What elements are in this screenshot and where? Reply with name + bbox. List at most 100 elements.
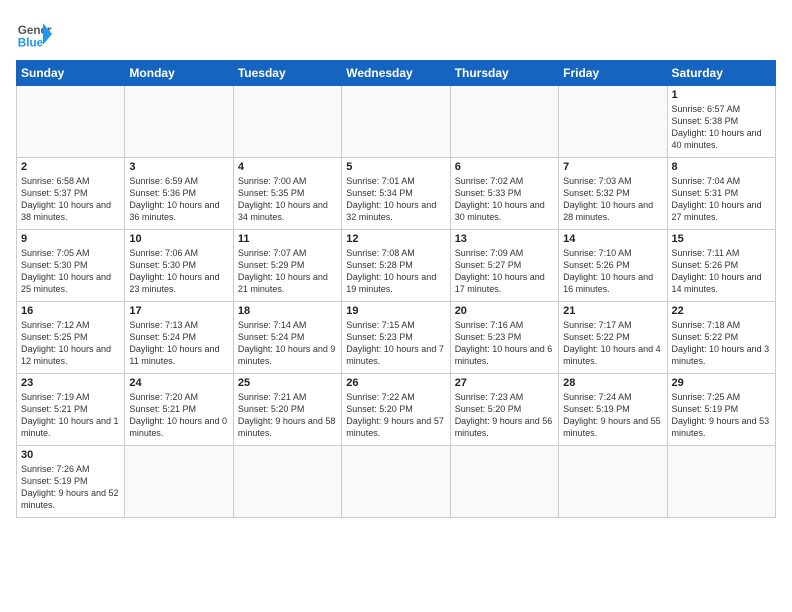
day-info: Sunrise: 7:12 AM Sunset: 5:25 PM Dayligh… xyxy=(21,319,120,368)
day-info: Sunrise: 7:18 AM Sunset: 5:22 PM Dayligh… xyxy=(672,319,771,368)
day-cell: 17 Sunrise: 7:13 AM Sunset: 5:24 PM Dayli… xyxy=(125,302,233,374)
column-header-monday: Monday xyxy=(125,61,233,86)
page-header: General Blue xyxy=(16,16,776,52)
day-cell: 13 Sunrise: 7:09 AM Sunset: 5:27 PM Dayli… xyxy=(450,230,558,302)
day-number: 8 xyxy=(672,161,771,173)
day-number: 26 xyxy=(346,377,445,389)
day-info: Sunrise: 7:09 AM Sunset: 5:27 PM Dayligh… xyxy=(455,247,554,296)
week-row-2: 2Sunrise: 6:58 AM Sunset: 5:37 PM Daylig… xyxy=(17,158,776,230)
day-cell: 27Sunrise: 7:23 AM Sunset: 5:20 PM Dayli… xyxy=(450,374,558,446)
day-number: 9 xyxy=(21,233,120,245)
column-header-tuesday: Tuesday xyxy=(233,61,341,86)
day-cell: 11Sunrise: 7:07 AM Sunset: 5:29 PM Dayli… xyxy=(233,230,341,302)
day-number: 5 xyxy=(346,161,445,173)
day-number: 16 xyxy=(21,305,120,317)
day-number: 30 xyxy=(21,449,120,461)
day-info: Sunrise: 7:19 AM Sunset: 5:21 PM Dayligh… xyxy=(21,391,120,440)
day-cell xyxy=(17,86,125,158)
day-number: 23 xyxy=(21,377,120,389)
logo: General Blue xyxy=(16,16,52,52)
column-header-saturday: Saturday xyxy=(667,61,775,86)
day-cell: 30 Sunrise: 7:26 AM Sunset: 5:19 PM Dayli… xyxy=(17,446,125,518)
day-number: 17 xyxy=(129,305,228,317)
day-cell xyxy=(125,86,233,158)
day-cell: 24 Sunrise: 7:20 AM Sunset: 5:21 PM Dayli… xyxy=(125,374,233,446)
day-cell xyxy=(450,446,558,518)
day-number: 29 xyxy=(672,377,771,389)
day-info: Sunrise: 7:20 AM Sunset: 5:21 PM Dayligh… xyxy=(129,391,228,440)
day-cell xyxy=(559,446,667,518)
day-cell xyxy=(667,446,775,518)
day-info: Sunrise: 6:57 AM Sunset: 5:38 PM Dayligh… xyxy=(672,103,771,152)
week-row-4: 16 Sunrise: 7:12 AM Sunset: 5:25 PM Dayli… xyxy=(17,302,776,374)
day-cell: 8 Sunrise: 7:04 AM Sunset: 5:31 PM Daylig… xyxy=(667,158,775,230)
column-header-thursday: Thursday xyxy=(450,61,558,86)
day-cell: 20 Sunrise: 7:16 AM Sunset: 5:23 PM Dayli… xyxy=(450,302,558,374)
day-info: Sunrise: 7:25 AM Sunset: 5:19 PM Dayligh… xyxy=(672,391,771,440)
day-info: Sunrise: 7:17 AM Sunset: 5:22 PM Dayligh… xyxy=(563,319,662,368)
day-number: 18 xyxy=(238,305,337,317)
day-cell: 6 Sunrise: 7:02 AM Sunset: 5:33 PM Daylig… xyxy=(450,158,558,230)
day-cell: 29 Sunrise: 7:25 AM Sunset: 5:19 PM Dayli… xyxy=(667,374,775,446)
day-number: 19 xyxy=(346,305,445,317)
day-info: Sunrise: 7:13 AM Sunset: 5:24 PM Dayligh… xyxy=(129,319,228,368)
day-cell: 28 Sunrise: 7:24 AM Sunset: 5:19 PM Dayli… xyxy=(559,374,667,446)
day-info: Sunrise: 7:01 AM Sunset: 5:34 PM Dayligh… xyxy=(346,175,445,224)
day-number: 12 xyxy=(346,233,445,245)
day-cell: 5 Sunrise: 7:01 AM Sunset: 5:34 PM Daylig… xyxy=(342,158,450,230)
day-info: Sunrise: 7:26 AM Sunset: 5:19 PM Dayligh… xyxy=(21,463,120,512)
day-info: Sunrise: 7:11 AM Sunset: 5:26 PM Dayligh… xyxy=(672,247,771,296)
svg-text:Blue: Blue xyxy=(18,37,44,50)
week-row-5: 23 Sunrise: 7:19 AM Sunset: 5:21 PM Dayli… xyxy=(17,374,776,446)
day-number: 25 xyxy=(238,377,337,389)
week-row-1: 1 Sunrise: 6:57 AM Sunset: 5:38 PM Daylig… xyxy=(17,86,776,158)
day-cell: 18Sunrise: 7:14 AM Sunset: 5:24 PM Dayli… xyxy=(233,302,341,374)
column-header-sunday: Sunday xyxy=(17,61,125,86)
day-cell: 16 Sunrise: 7:12 AM Sunset: 5:25 PM Dayli… xyxy=(17,302,125,374)
day-number: 4 xyxy=(238,161,337,173)
day-number: 1 xyxy=(672,89,771,101)
day-info: Sunrise: 7:23 AM Sunset: 5:20 PM Dayligh… xyxy=(455,391,554,440)
day-info: Sunrise: 7:10 AM Sunset: 5:26 PM Dayligh… xyxy=(563,247,662,296)
day-cell: 26 Sunrise: 7:22 AM Sunset: 5:20 PM Dayli… xyxy=(342,374,450,446)
day-number: 3 xyxy=(129,161,228,173)
day-number: 28 xyxy=(563,377,662,389)
day-cell: 19 Sunrise: 7:15 AM Sunset: 5:23 PM Dayli… xyxy=(342,302,450,374)
day-cell: 9 Sunrise: 7:05 AM Sunset: 5:30 PM Daylig… xyxy=(17,230,125,302)
day-cell xyxy=(450,86,558,158)
day-cell: 15Sunrise: 7:11 AM Sunset: 5:26 PM Dayli… xyxy=(667,230,775,302)
day-cell: 4Sunrise: 7:00 AM Sunset: 5:35 PM Daylig… xyxy=(233,158,341,230)
day-cell xyxy=(233,446,341,518)
day-number: 24 xyxy=(129,377,228,389)
day-info: Sunrise: 6:59 AM Sunset: 5:36 PM Dayligh… xyxy=(129,175,228,224)
day-cell: 3 Sunrise: 6:59 AM Sunset: 5:36 PM Daylig… xyxy=(125,158,233,230)
day-cell: 14 Sunrise: 7:10 AM Sunset: 5:26 PM Dayli… xyxy=(559,230,667,302)
day-info: Sunrise: 7:05 AM Sunset: 5:30 PM Dayligh… xyxy=(21,247,120,296)
day-cell xyxy=(233,86,341,158)
day-info: Sunrise: 7:24 AM Sunset: 5:19 PM Dayligh… xyxy=(563,391,662,440)
logo-icon: General Blue xyxy=(16,16,52,52)
calendar-table: SundayMondayTuesdayWednesdayThursdayFrid… xyxy=(16,60,776,518)
day-number: 6 xyxy=(455,161,554,173)
day-info: Sunrise: 7:16 AM Sunset: 5:23 PM Dayligh… xyxy=(455,319,554,368)
day-info: Sunrise: 7:04 AM Sunset: 5:31 PM Dayligh… xyxy=(672,175,771,224)
day-info: Sunrise: 7:06 AM Sunset: 5:30 PM Dayligh… xyxy=(129,247,228,296)
day-info: Sunrise: 7:21 AM Sunset: 5:20 PM Dayligh… xyxy=(238,391,337,440)
week-row-6: 30 Sunrise: 7:26 AM Sunset: 5:19 PM Dayli… xyxy=(17,446,776,518)
day-info: Sunrise: 7:15 AM Sunset: 5:23 PM Dayligh… xyxy=(346,319,445,368)
day-number: 20 xyxy=(455,305,554,317)
day-cell: 22 Sunrise: 7:18 AM Sunset: 5:22 PM Dayli… xyxy=(667,302,775,374)
day-info: Sunrise: 7:02 AM Sunset: 5:33 PM Dayligh… xyxy=(455,175,554,224)
day-cell xyxy=(342,86,450,158)
day-info: Sunrise: 7:22 AM Sunset: 5:20 PM Dayligh… xyxy=(346,391,445,440)
day-info: Sunrise: 6:58 AM Sunset: 5:37 PM Dayligh… xyxy=(21,175,120,224)
day-cell xyxy=(559,86,667,158)
day-number: 10 xyxy=(129,233,228,245)
day-number: 13 xyxy=(455,233,554,245)
day-number: 21 xyxy=(563,305,662,317)
day-number: 22 xyxy=(672,305,771,317)
calendar-header-row: SundayMondayTuesdayWednesdayThursdayFrid… xyxy=(17,61,776,86)
column-header-wednesday: Wednesday xyxy=(342,61,450,86)
day-info: Sunrise: 7:03 AM Sunset: 5:32 PM Dayligh… xyxy=(563,175,662,224)
day-number: 14 xyxy=(563,233,662,245)
